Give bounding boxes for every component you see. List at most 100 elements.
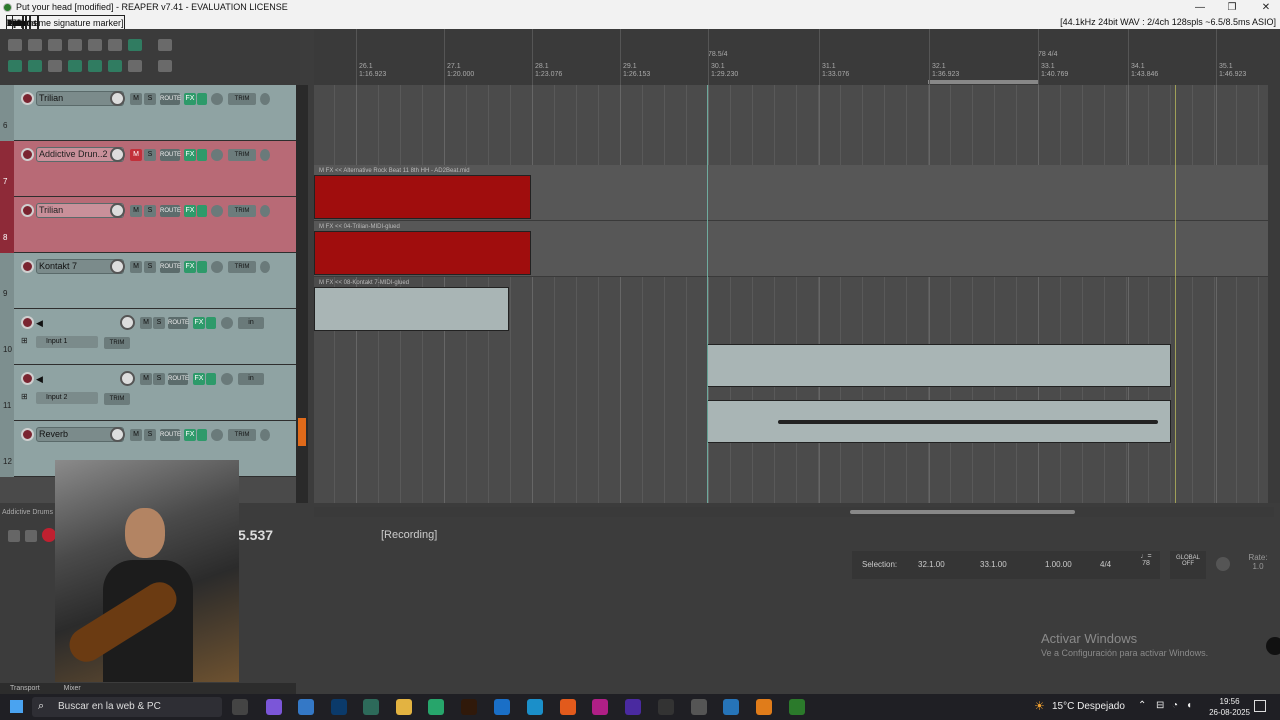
solo-button[interactable]: S bbox=[144, 93, 156, 105]
track-header[interactable]: 8 Trilian M S ROUTE FX TRIM bbox=[0, 197, 296, 253]
record-arm-button[interactable] bbox=[21, 148, 34, 161]
close-button[interactable]: ✕ bbox=[1254, 0, 1278, 15]
trim-button[interactable]: TRIM bbox=[228, 261, 256, 273]
fx-bypass-icon[interactable] bbox=[197, 429, 207, 441]
volume-knob[interactable] bbox=[120, 315, 135, 330]
phase-icon[interactable] bbox=[260, 429, 270, 441]
record-arm-button[interactable] bbox=[21, 372, 34, 385]
input-monitor-button[interactable]: in bbox=[238, 373, 264, 385]
fx-bypass-icon[interactable] bbox=[197, 93, 207, 105]
minimize-button[interactable]: — bbox=[1188, 0, 1212, 15]
record-arm-button[interactable] bbox=[21, 92, 34, 105]
volume-knob[interactable] bbox=[110, 147, 125, 162]
wifi-icon[interactable]: ◔ bbox=[1172, 700, 1178, 711]
phase-icon[interactable] bbox=[260, 261, 270, 273]
input-monitor-button[interactable]: in bbox=[238, 317, 264, 329]
solo-button[interactable]: S bbox=[144, 205, 156, 217]
track-header[interactable]: 10 ◀ M S ROUTE FX in ⊞ Input 1 TRIM bbox=[0, 309, 296, 365]
fx-bypass-icon[interactable] bbox=[197, 205, 207, 217]
epic-games-icon[interactable] bbox=[658, 699, 674, 715]
undo-icon[interactable] bbox=[88, 39, 102, 51]
route-button[interactable]: ROUTE bbox=[168, 317, 189, 329]
ruler-measure[interactable]: 33.1 1:40.769 bbox=[1038, 29, 1068, 85]
fx-button[interactable]: FX bbox=[193, 373, 205, 385]
mute-button[interactable]: M bbox=[130, 93, 142, 105]
fx-bypass-icon[interactable] bbox=[206, 373, 216, 385]
redo-icon[interactable] bbox=[108, 39, 122, 51]
restore-button[interactable]: ❐ bbox=[1220, 0, 1244, 15]
vertical-scrollbar[interactable] bbox=[1268, 85, 1280, 503]
network-icon[interactable]: ⊟ bbox=[1156, 700, 1164, 711]
ruler-measure[interactable]: 26.1 1:16.923 bbox=[356, 29, 386, 85]
midi-item-kontakt[interactable]: M FX << 08-Kontakt 7-MIDI-glued bbox=[314, 280, 509, 331]
tab-mixer[interactable]: Mixer bbox=[64, 685, 81, 692]
speaker-icon[interactable]: ◀ bbox=[36, 374, 43, 385]
fx-button[interactable]: FX bbox=[184, 149, 196, 161]
input-select[interactable]: Input 1 bbox=[36, 336, 98, 348]
fx-bypass-icon[interactable] bbox=[197, 149, 207, 161]
trim-button[interactable]: TRIM bbox=[104, 393, 130, 405]
windows-start-icon[interactable] bbox=[10, 700, 23, 713]
tempo-display[interactable]: ♩= 78 bbox=[1132, 551, 1160, 579]
fx-bypass-icon[interactable] bbox=[206, 317, 216, 329]
timeline-ruler[interactable]: 78.5/4 78 4/4 26.1 1:16.923 27.1 1:20.000 28… bbox=[314, 29, 1280, 85]
audio-item-input1[interactable] bbox=[707, 344, 1171, 387]
go-to-end-icon[interactable] bbox=[25, 530, 37, 542]
edge-icon[interactable] bbox=[527, 699, 543, 715]
mail-app-icon[interactable] bbox=[298, 699, 314, 715]
ruler-measure[interactable]: 35.1 1:46.923 bbox=[1216, 29, 1246, 85]
obs-icon[interactable] bbox=[691, 699, 707, 715]
app-purple-icon[interactable] bbox=[625, 699, 641, 715]
metronome-icon[interactable] bbox=[128, 39, 142, 51]
solo-button[interactable]: S bbox=[144, 261, 156, 273]
project-settings-icon[interactable] bbox=[68, 39, 82, 51]
speaker-icon[interactable]: ◀ bbox=[36, 318, 43, 329]
trim-button[interactable]: TRIM bbox=[228, 149, 256, 161]
hscroll-thumb[interactable] bbox=[850, 510, 1075, 514]
item-grouping-icon[interactable] bbox=[28, 60, 42, 72]
mute-button[interactable]: M bbox=[130, 205, 142, 217]
route-button[interactable]: ROUTE bbox=[168, 373, 189, 385]
ruler-measure[interactable]: 30.1 1:29.230 bbox=[708, 29, 738, 85]
selection-end[interactable]: 33.1.00 bbox=[980, 560, 1007, 569]
app-green-icon[interactable] bbox=[428, 699, 444, 715]
selection-length[interactable]: 1.00.00 bbox=[1045, 560, 1072, 569]
clock[interactable]: 19:56 26-08-2025 bbox=[1209, 696, 1250, 718]
solo-button[interactable]: S bbox=[153, 317, 165, 329]
trim-button[interactable]: TRIM bbox=[228, 429, 256, 441]
ruler-measure[interactable]: 34.1 1:43.846 bbox=[1128, 29, 1158, 85]
pan-knob[interactable] bbox=[211, 93, 223, 105]
grid-settings-icon[interactable] bbox=[48, 60, 62, 72]
trim-button[interactable]: TRIM bbox=[104, 337, 130, 349]
fx-button[interactable]: FX bbox=[184, 261, 196, 273]
selection-start[interactable]: 32.1.00 bbox=[918, 560, 945, 569]
ruler-measure[interactable]: 29.1 1:26.153 bbox=[620, 29, 650, 85]
phase-icon[interactable] bbox=[260, 149, 270, 161]
audio-status[interactable]: [44.1kHz 24bit WAV : 2/4ch 128spls ~6.5/… bbox=[1060, 15, 1276, 29]
volume-knob[interactable] bbox=[110, 203, 125, 218]
input-select[interactable]: Input 2 bbox=[36, 392, 98, 404]
track-number-bar[interactable] bbox=[0, 141, 14, 197]
playrate-knob[interactable] bbox=[1216, 557, 1230, 571]
ripple-edit-icon[interactable] bbox=[8, 60, 22, 72]
record-arm-button[interactable] bbox=[21, 204, 34, 217]
copilot-icon[interactable] bbox=[266, 699, 282, 715]
mute-button[interactable]: M bbox=[130, 429, 142, 441]
ruler-measure[interactable]: 28.1 1:23.076 bbox=[532, 29, 562, 85]
track-number-bar[interactable] bbox=[0, 309, 14, 365]
route-button[interactable]: ROUTE bbox=[160, 205, 181, 217]
pan-knob[interactable] bbox=[221, 373, 233, 385]
record-button[interactable] bbox=[42, 528, 56, 542]
track-header[interactable]: 9 Kontakt 7 M S ROUTE FX TRIM bbox=[0, 253, 296, 309]
side-panel-toggle-icon[interactable] bbox=[1266, 637, 1280, 655]
save-project-icon[interactable] bbox=[48, 39, 62, 51]
track-number-bar[interactable] bbox=[0, 365, 14, 421]
notifications-icon[interactable] bbox=[1254, 700, 1266, 712]
phase-icon[interactable] bbox=[260, 205, 270, 217]
ruler-measure[interactable]: 27.1 1:20.000 bbox=[444, 29, 474, 85]
lock-icon[interactable] bbox=[128, 60, 142, 72]
rate-panel[interactable]: Rate: 1.0 bbox=[1238, 551, 1278, 579]
solo-button[interactable]: S bbox=[144, 149, 156, 161]
auto-crossfade-icon[interactable] bbox=[108, 60, 122, 72]
app-blue-icon[interactable] bbox=[723, 699, 739, 715]
